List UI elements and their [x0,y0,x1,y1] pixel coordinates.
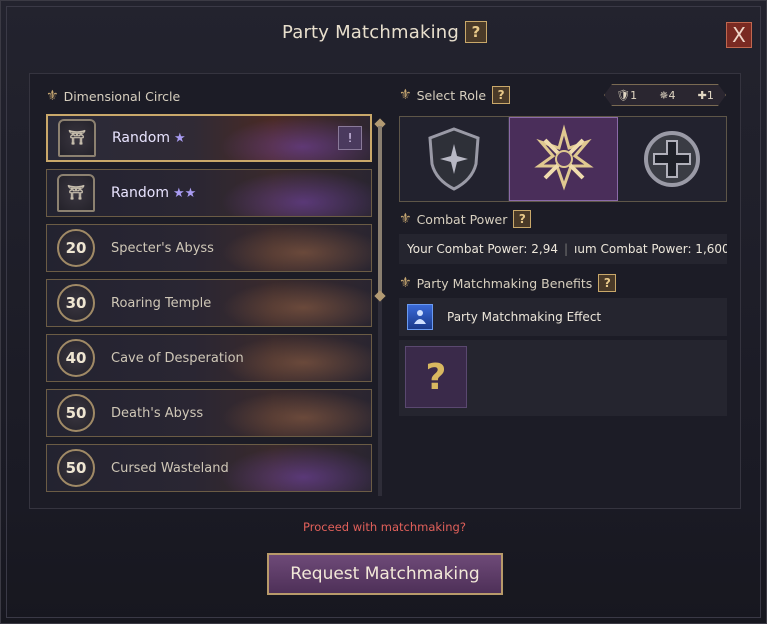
dungeon-art [221,225,371,271]
gate-icon: ⛩ [58,119,96,157]
fleur-icon: ⚜ [399,275,412,291]
cross-role-icon [644,131,701,187]
benefits-label: Party Matchmaking Benefits [416,275,593,291]
level-badge: 50 [57,449,95,487]
combat-power-title: ⚜ Combat Power ? [399,210,532,228]
dimensional-circle-title: ⚜ Dimensional Circle [46,88,180,104]
role-healer-button[interactable] [618,117,726,201]
role-dps-button[interactable] [508,117,619,201]
cp-divider: | [563,242,569,256]
select-role-title: ⚜ Select Role ? [399,86,511,104]
list-item-roaring-temple[interactable]: 30 Roaring Temple [46,279,372,327]
mystery-reward-icon[interactable]: ? [405,346,467,408]
item-label: Roaring Temple [111,295,212,311]
benefit-row[interactable]: Party Matchmaking Effect [399,298,727,336]
dungeon-art [221,280,371,326]
benefits-title: ⚜ Party Matchmaking Benefits ? [399,274,617,292]
title-help-icon[interactable]: ? [465,21,488,43]
list-item-specters-abyss[interactable]: 20 Specter's Abyss [46,224,372,272]
window-header: Party Matchmaking ? [1,1,767,63]
list-item-cave-of-desperation[interactable]: 40 Cave of Desperation [46,334,372,382]
party-effect-icon [407,304,433,330]
role-selector [399,116,727,202]
list-item-random-1[interactable]: ⛩ Random ★ ! [46,114,372,162]
role-help-icon[interactable]: ? [492,86,511,104]
gate-icon: ⛩ [57,174,95,212]
dimensional-circle-label: Dimensional Circle [63,88,181,104]
proceed-prompt: Proceed with matchmaking? [303,520,466,534]
dungeon-art [221,445,371,491]
dungeon-list: ⛩ Random ★ ! ⛩ Random ★★ 20 Specter's Abys… [46,114,372,510]
item-label: Specter's Abyss [111,240,214,256]
dungeon-art [221,390,371,436]
scrollbar-track[interactable] [378,126,382,496]
close-button[interactable]: X [726,22,752,48]
fleur-icon: ⚜ [399,211,412,227]
select-role-label: Select Role [416,87,487,103]
list-item-deaths-abyss[interactable]: 50 Death's Abyss [46,389,372,437]
level-badge: 20 [57,229,95,267]
level-badge: 30 [57,284,95,322]
item-label: Cursed Wasteland [111,460,229,476]
benefit-reward-box: ? [399,340,727,416]
dps-count: ✵4 [659,88,676,102]
combat-power-label: Combat Power [416,211,508,227]
lock-icon[interactable]: ! [338,126,362,150]
scrollbar-thumb[interactable] [378,126,382,296]
healer-count: ✚1 [697,88,714,102]
tank-count: 🛡1 [616,88,638,102]
role-counts-bar: 🛡1 ✵4 ✚1 [604,84,726,106]
dungeon-art [221,170,371,216]
star-rating: ★★ [172,186,197,201]
scroll-thumb-cap[interactable] [374,290,386,302]
benefit-label: Party Matchmaking Effect [447,310,602,324]
star-rating: ★ [173,131,186,146]
item-label: Random ★★ [111,185,197,201]
swords-role-icon [533,124,594,191]
your-combat-power: Your Combat Power: 2,94 [407,242,558,256]
level-badge: 40 [57,339,95,377]
content-panel: ⚜ Dimensional Circle ⛩ Random ★ ! ⛩ Rando… [29,73,741,509]
item-label: Death's Abyss [111,405,204,421]
list-item-random-2[interactable]: ⛩ Random ★★ [46,169,372,217]
min-combat-power: ıum Combat Power: 1,600 [574,242,727,256]
level-badge: 50 [57,394,95,432]
combat-power-bar: Your Combat Power: 2,94 | ıum Combat Pow… [399,234,727,264]
item-label: Cave of Desperation [111,350,244,366]
combat-help-icon[interactable]: ? [513,210,532,228]
benefits-help-icon[interactable]: ? [598,274,617,292]
window-title: Party Matchmaking [281,21,460,43]
item-label: Random ★ [112,130,186,146]
matchmaking-window: Party Matchmaking ? X ⚜ Dimensional Circ… [0,0,767,624]
role-tank-button[interactable] [400,117,509,201]
fleur-icon: ⚜ [399,87,412,103]
list-item-cursed-wasteland[interactable]: 50 Cursed Wasteland [46,444,372,492]
fleur-icon: ⚜ [46,88,59,104]
shield-role-icon [428,127,480,191]
request-matchmaking-button[interactable]: Request Matchmaking [267,553,503,595]
